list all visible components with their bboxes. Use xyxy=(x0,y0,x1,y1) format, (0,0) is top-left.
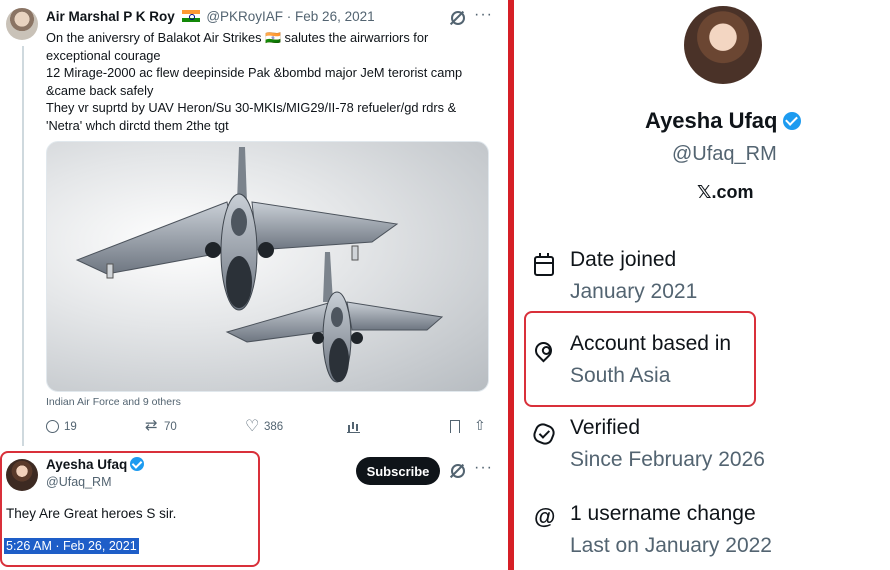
tweet-line: &came back safely xyxy=(46,82,154,98)
at-sign-icon: @ xyxy=(534,504,556,529)
jet-1 xyxy=(75,147,399,311)
info-title: Date joined xyxy=(570,248,677,271)
info-sub: Last on January 2022 xyxy=(570,534,772,557)
views-action[interactable] xyxy=(347,420,360,433)
profile-name: Ayesha Ufaq xyxy=(645,108,802,134)
bookmark-icon xyxy=(450,420,460,433)
reply-more-icon[interactable]: ··· xyxy=(474,459,493,477)
views-chart-icon xyxy=(347,420,360,433)
pk-roy-avatar[interactable] xyxy=(6,8,38,40)
subscribe-button[interactable]: Subscribe xyxy=(356,457,440,485)
tweet-line: 'Netra' whch dirctd them 2the tgt xyxy=(46,117,229,133)
tweet-header: Air Marshal P K Roy @PKRoyIAF · Feb 26, … xyxy=(46,9,375,24)
tweet-media-image[interactable] xyxy=(46,141,489,392)
share-action[interactable] xyxy=(474,417,487,434)
bookmark-action[interactable] xyxy=(450,420,460,433)
repost-action[interactable]: 70 xyxy=(145,416,177,434)
reply-count: 19 xyxy=(64,420,77,433)
repost-icon xyxy=(145,416,159,434)
like-action[interactable]: 386 xyxy=(245,416,284,436)
reply-action[interactable]: 19 xyxy=(46,420,77,433)
info-title: 1 username change xyxy=(570,502,756,525)
tweet-line: 12 Mirage-2000 ac flew deepinside Pak &b… xyxy=(46,65,463,80)
verified-badge-icon xyxy=(783,112,802,130)
repost-count: 70 xyxy=(164,420,177,433)
tweet-line: They vr suprtd by UAV Heron/Su 30-MKIs/M… xyxy=(46,100,457,115)
info-sub: Since February 2026 xyxy=(570,448,765,471)
grok-icon[interactable] xyxy=(451,464,465,478)
info-title: Verified xyxy=(570,416,641,439)
share-icon xyxy=(474,417,487,434)
profile-handle: @Ufaq_RM xyxy=(672,143,777,165)
tweet-line: On the aniversry of Balakot Air Strikes … xyxy=(46,30,429,45)
jet-2 xyxy=(225,252,444,383)
tweet-text: On the aniversry of Balakot Air Strikes … xyxy=(46,29,501,134)
heart-icon xyxy=(245,416,259,436)
reply-icon xyxy=(46,420,59,433)
info-sub: January 2021 xyxy=(570,280,698,303)
tweet-handle-date[interactable]: @PKRoyIAF · Feb 26, 2021 xyxy=(206,9,374,24)
x-com-label: 𝕏.com xyxy=(697,182,754,202)
grok-icon[interactable] xyxy=(451,11,465,25)
india-flag-icon xyxy=(181,10,200,22)
red-highlight-box xyxy=(0,451,260,567)
profile-avatar[interactable] xyxy=(684,6,762,84)
mirage-jets-illustration xyxy=(75,147,444,383)
tweet-action-bar: 19 70 386 xyxy=(46,416,491,438)
like-count: 386 xyxy=(264,420,284,433)
red-highlight-box xyxy=(524,311,756,407)
tweet-author-name[interactable]: Air Marshal P K Roy xyxy=(46,9,175,24)
tweet-line: exceptional courage xyxy=(46,47,161,63)
tweet-more-icon[interactable]: ··· xyxy=(474,6,493,24)
calendar-icon xyxy=(534,253,554,276)
thread-connector-line xyxy=(22,46,24,446)
media-caption[interactable]: Indian Air Force and 9 others xyxy=(46,396,181,408)
profile-name-text: Ayesha Ufaq xyxy=(645,108,778,133)
